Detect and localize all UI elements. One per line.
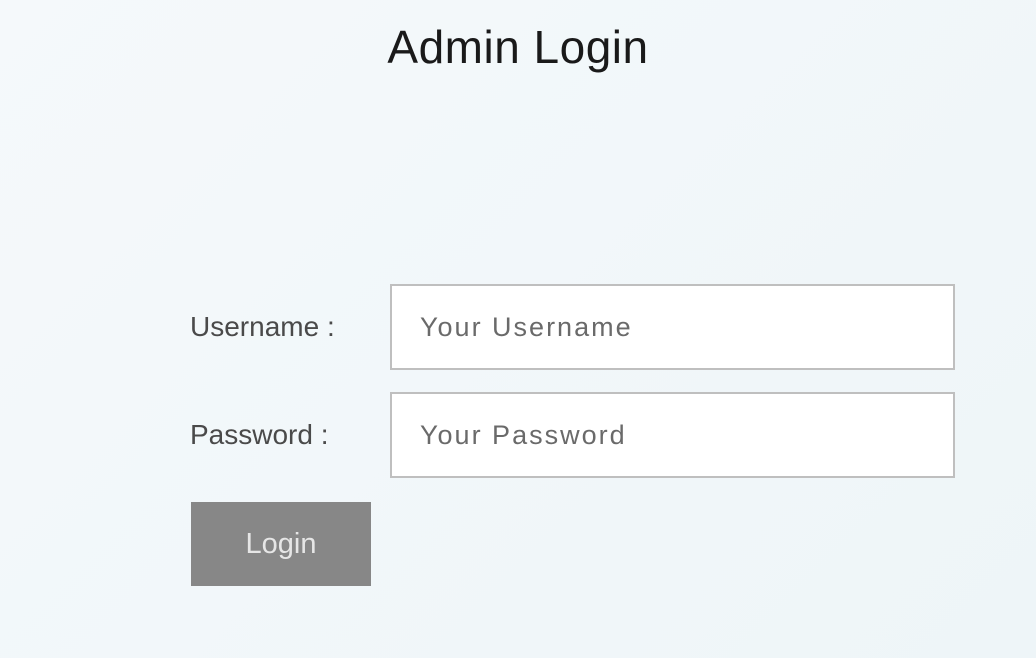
- password-label: Password :: [190, 419, 390, 451]
- password-row: Password :: [190, 392, 1036, 478]
- password-input[interactable]: [390, 392, 955, 478]
- login-form: Username : Password : Login: [190, 284, 1036, 586]
- page-title: Admin Login: [0, 0, 1036, 84]
- username-row: Username :: [190, 284, 1036, 370]
- username-label: Username :: [190, 311, 390, 343]
- username-input[interactable]: [390, 284, 955, 370]
- login-button[interactable]: Login: [191, 502, 371, 586]
